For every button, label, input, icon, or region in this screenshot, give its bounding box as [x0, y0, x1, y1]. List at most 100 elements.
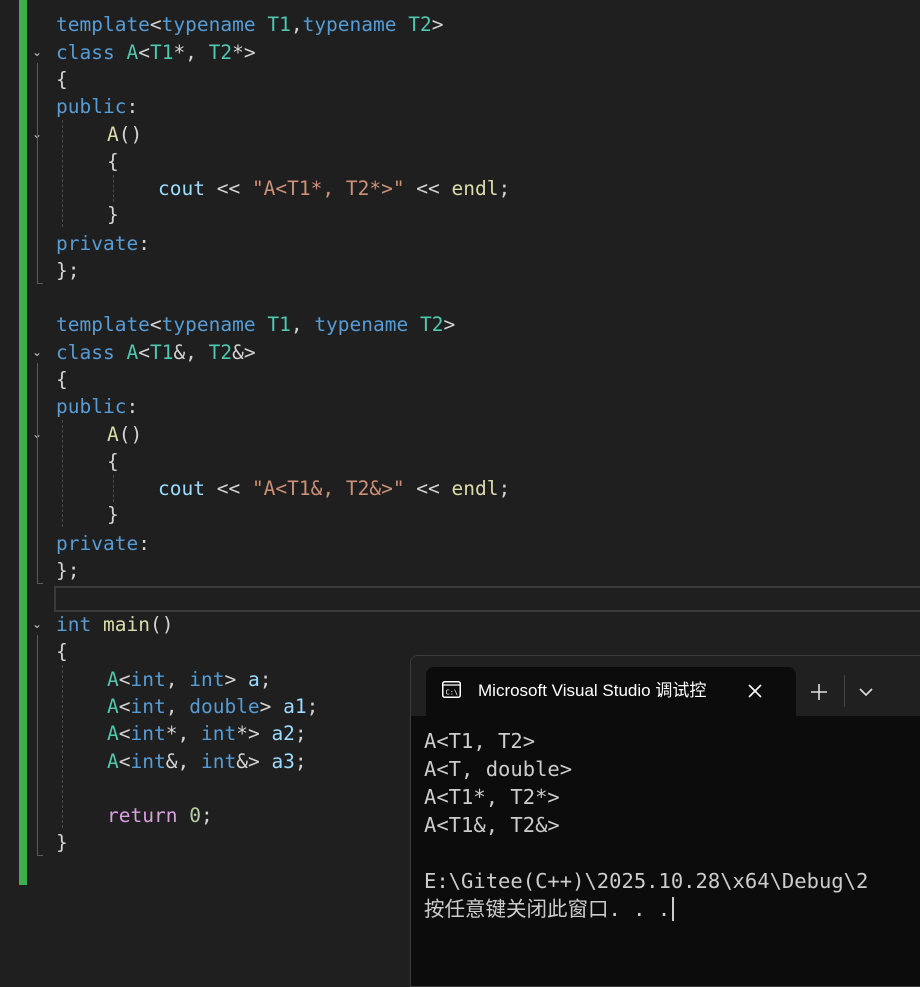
- punctuation-token: <: [118, 750, 131, 773]
- keyword-token: int: [130, 750, 166, 773]
- code-line[interactable]: A<int&, int&> a3;: [107, 748, 307, 775]
- function-token: A: [107, 123, 119, 146]
- code-line[interactable]: }: [107, 501, 119, 528]
- code-line[interactable]: template<typename T1,typename T2>: [56, 11, 443, 38]
- keyword-token: int: [130, 668, 166, 691]
- operator-token: <<: [204, 177, 252, 200]
- keyword-token: int: [130, 695, 166, 718]
- punctuation-token: <: [138, 341, 150, 364]
- string-token: "A<T1&, T2&>": [251, 477, 405, 500]
- keyword-token: int: [130, 722, 166, 745]
- debug-console-window[interactable]: C:\ Microsoft Visual Studio 调试控 A<T1, T2…: [410, 655, 920, 987]
- variable-token: cout: [158, 177, 205, 200]
- punctuation-token: (): [118, 123, 143, 146]
- punctuation-token: ,: [290, 313, 315, 336]
- keyword-token: typename: [161, 313, 256, 336]
- punctuation-token: ;: [498, 177, 511, 200]
- punctuation-token: (): [149, 613, 174, 636]
- fold-chevron-icon[interactable]: ⌄: [30, 339, 44, 366]
- punctuation-token: *>: [236, 722, 272, 745]
- fold-chevron-icon[interactable]: ⌄: [30, 611, 44, 638]
- code-line[interactable]: A<int*, int*> a2;: [107, 720, 307, 747]
- code-line[interactable]: }: [107, 201, 119, 228]
- code-line[interactable]: {: [56, 66, 68, 93]
- current-line-highlight: [54, 586, 920, 612]
- code-line[interactable]: class A<T1&, T2&>: [56, 339, 256, 366]
- code-line[interactable]: {: [56, 638, 68, 665]
- code-line[interactable]: }: [56, 829, 68, 856]
- punctuation-token: {: [56, 640, 68, 663]
- punctuation-token: >: [443, 313, 456, 336]
- code-line[interactable]: private:: [56, 530, 150, 557]
- code-line[interactable]: A<int, int> a;: [107, 666, 271, 693]
- number-token: 0: [189, 804, 201, 827]
- code-line[interactable]: int main(): [56, 611, 173, 638]
- type-token: T1: [267, 313, 291, 336]
- code-line[interactable]: A<int, double> a1;: [107, 693, 318, 720]
- punctuation-token: }: [56, 831, 68, 854]
- keyword-token: private: [56, 232, 139, 255]
- text-cursor: [672, 897, 675, 921]
- code-line[interactable]: {: [107, 148, 119, 175]
- code-line[interactable]: template<typename T1, typename T2>: [56, 311, 455, 338]
- punctuation-token: *,: [165, 722, 201, 745]
- punctuation-token: :: [126, 395, 139, 418]
- punctuation-token: &>: [232, 341, 256, 364]
- punctuation-token: ,: [165, 695, 190, 718]
- type-token: T1: [149, 341, 174, 364]
- terminal-tab-strip: C:\ Microsoft Visual Studio 调试控: [411, 656, 920, 716]
- control-keyword-token: return: [107, 804, 178, 827]
- code-line[interactable]: private:: [56, 230, 150, 257]
- punctuation-token: (): [118, 423, 143, 446]
- keyword-token: typename: [302, 13, 397, 36]
- indent-guide: [113, 175, 114, 202]
- variable-token: cout: [158, 477, 205, 500]
- keyword-token: double: [189, 695, 260, 718]
- punctuation-token: :: [126, 95, 139, 118]
- variable-token: a: [247, 668, 260, 691]
- code-line[interactable]: public:: [56, 393, 138, 420]
- punctuation-token: <: [138, 41, 150, 64]
- code-line[interactable]: cout << "A<T1*, T2*>" << endl;: [158, 175, 510, 202]
- code-line[interactable]: return 0;: [107, 802, 213, 829]
- code-line[interactable]: A(): [107, 121, 142, 148]
- keyword-token: public: [56, 95, 127, 118]
- fold-region-end: [37, 855, 43, 856]
- close-tab-icon[interactable]: [744, 680, 766, 702]
- function-token: main: [102, 613, 150, 636]
- code-line[interactable]: {: [56, 366, 68, 393]
- punctuation-token: >: [259, 695, 284, 718]
- function-token: endl: [451, 177, 499, 200]
- terminal-tab[interactable]: C:\ Microsoft Visual Studio 调试控: [426, 667, 796, 716]
- code-line[interactable]: {: [107, 448, 119, 475]
- punctuation-token: ;: [306, 695, 319, 718]
- punctuation-token: }: [107, 203, 119, 226]
- code-line[interactable]: };: [56, 557, 79, 584]
- type-token: A: [107, 750, 119, 773]
- code-line[interactable]: public:: [56, 93, 138, 120]
- type-token: A: [107, 668, 119, 691]
- code-line[interactable]: cout << "A<T1&, T2&>" << endl;: [158, 475, 510, 502]
- fold-chevron-icon[interactable]: ⌄: [30, 39, 44, 66]
- type-token: A: [126, 41, 139, 64]
- new-tab-plus-icon[interactable]: [807, 680, 831, 704]
- keyword-token: typename: [161, 13, 256, 36]
- punctuation-token: ;: [200, 804, 213, 827]
- punctuation-token: >: [224, 668, 248, 691]
- tab-strip-divider: [844, 675, 845, 707]
- punctuation-token: :: [138, 532, 150, 555]
- fold-region-end: [37, 283, 43, 284]
- chevron-down-icon[interactable]: [854, 680, 878, 704]
- code-line[interactable]: A(): [107, 421, 142, 448]
- code-line[interactable]: };: [56, 257, 79, 284]
- indent-guide: [62, 120, 63, 227]
- function-token: endl: [451, 477, 499, 500]
- code-line[interactable]: class A<T1*, T2*>: [56, 39, 256, 66]
- punctuation-token: ,: [290, 13, 303, 36]
- fold-region-end: [37, 583, 43, 584]
- keyword-token: private: [56, 532, 139, 555]
